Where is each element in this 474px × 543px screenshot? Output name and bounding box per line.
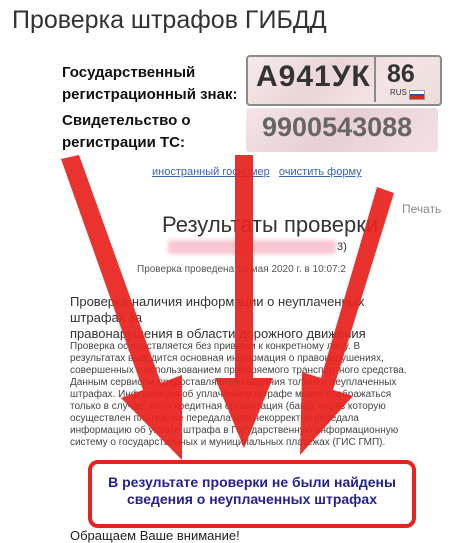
right-arrow-icon <box>300 187 394 455</box>
left-arrow-icon <box>61 155 182 460</box>
red-arrows-overlay <box>61 155 394 460</box>
center-arrow-icon <box>215 155 273 448</box>
